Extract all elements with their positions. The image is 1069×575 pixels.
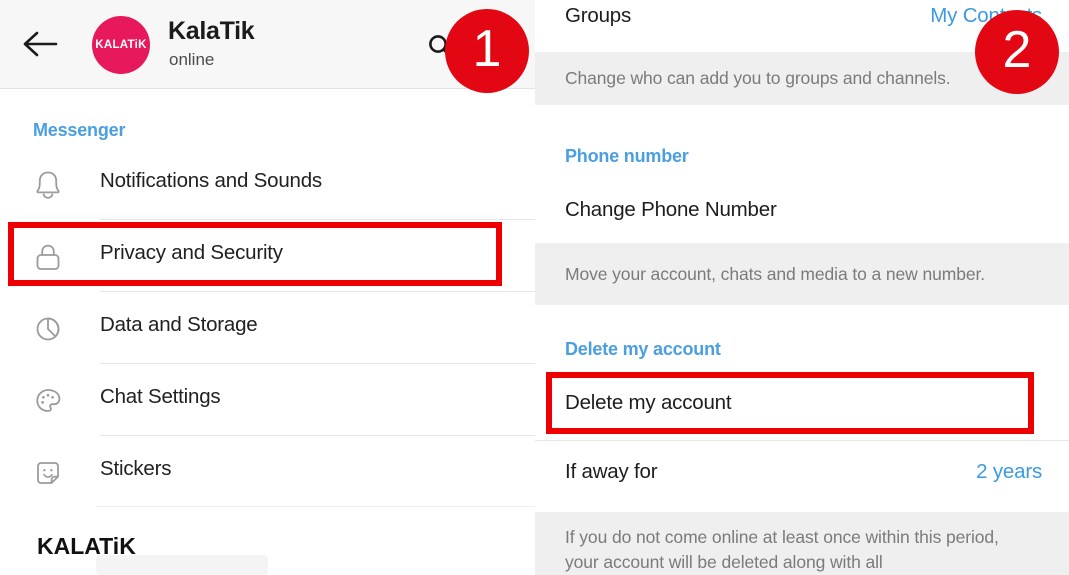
section-label-messenger: Messenger: [33, 120, 126, 140]
step-badge-2: 2: [975, 10, 1059, 94]
step-badge-2-label: 2: [1002, 21, 1032, 79]
avatar[interactable]: KALATiK: [92, 16, 150, 74]
avatar-label: KALATiK: [95, 39, 147, 51]
row-groups-label: Groups: [565, 4, 632, 27]
sidebar-item-privacy-security[interactable]: Privacy and Security: [0, 220, 535, 291]
pie-chart-icon: [29, 310, 67, 348]
row-change-phone-label: Change Phone Number: [565, 198, 777, 221]
sidebar-item-data-storage[interactable]: Data and Storage: [0, 292, 535, 363]
sidebar-item-stickers[interactable]: Stickers: [0, 436, 535, 507]
hint-band-if-away: If you do not come online at least once …: [535, 512, 1069, 575]
row-change-phone-number[interactable]: Change Phone Number: [535, 190, 1069, 240]
row-if-away-value[interactable]: 2 years: [976, 460, 1042, 484]
online-status: online: [169, 50, 215, 69]
row-if-away-label: If away for: [565, 460, 658, 483]
sidebar-item-label: Stickers: [100, 457, 172, 480]
sidebar-item-label: Notifications and Sounds: [100, 169, 322, 192]
row-delete-my-account-label: Delete my account: [565, 391, 732, 414]
section-label-phone-number: Phone number: [565, 146, 689, 166]
settings-sidebar-panel: KALATiK KalaTik online Messenger Notific…: [0, 0, 535, 575]
row-if-away-for[interactable]: If away for 2 years: [535, 450, 1069, 500]
step-badge-1-label: 1: [472, 20, 502, 78]
screenshot-root: KALATiK KalaTik online Messenger Notific…: [0, 0, 1069, 575]
hint-text-change-phone: Move your account, chats and media to a …: [565, 264, 986, 284]
hint-band-change-phone: Move your account, chats and media to a …: [535, 243, 1069, 305]
sidebar-item-chat-settings[interactable]: Chat Settings: [0, 364, 535, 435]
sidebar-item-label: Data and Storage: [100, 313, 258, 336]
step-badge-1: 1: [445, 9, 529, 93]
divider: [535, 440, 1069, 441]
back-arrow-icon[interactable]: [22, 28, 58, 60]
sidebar-item-label: Privacy and Security: [100, 241, 283, 264]
bell-icon: [29, 166, 67, 204]
hint-text-if-away: If you do not come online at least once …: [565, 527, 999, 572]
privacy-settings-panel: Groups My Contacts Change who can add yo…: [535, 0, 1069, 575]
lock-icon: [29, 238, 67, 276]
sticker-smiley-icon: [29, 454, 67, 492]
page-title: KalaTik: [168, 17, 255, 45]
sidebar-item-label: Chat Settings: [100, 385, 221, 408]
divider: [96, 506, 535, 507]
placeholder-block: [96, 555, 268, 575]
row-delete-my-account[interactable]: Delete my account: [535, 381, 1069, 431]
palette-icon: [29, 382, 67, 420]
section-label-delete-account: Delete my account: [565, 339, 721, 359]
sidebar-item-notifications[interactable]: Notifications and Sounds: [0, 148, 535, 219]
hint-text-groups: Change who can add you to groups and cha…: [565, 68, 951, 88]
